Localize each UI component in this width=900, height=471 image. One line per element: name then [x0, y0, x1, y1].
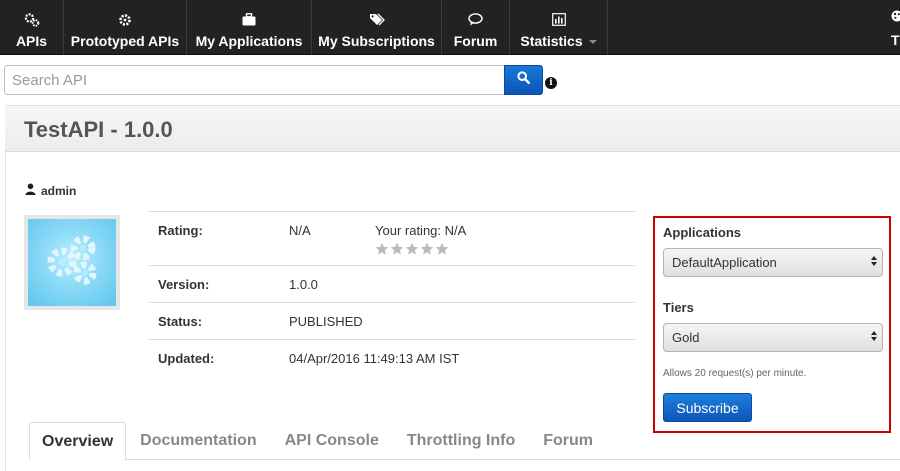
api-owner: admin — [25, 183, 76, 198]
subscribe-button[interactable]: Subscribe — [663, 393, 752, 422]
status-label: Status: — [158, 314, 203, 329]
search-bar: i — [4, 65, 557, 95]
version-value: 1.0.0 — [289, 277, 318, 292]
updated-value: 04/Apr/2016 11:49:13 AM IST — [289, 351, 460, 366]
nav-label: Statistics — [520, 32, 583, 49]
page-header: TestAPI - 1.0.0 — [5, 105, 900, 152]
nav-item-statistics[interactable]: Statistics — [510, 0, 608, 55]
gears-icon — [41, 231, 103, 294]
application-select[interactable]: DefaultApplication — [663, 248, 883, 277]
nav-item-prototyped-apis[interactable]: Prototyped APIs — [64, 0, 187, 55]
your-rating-label: Your rating: — [375, 223, 442, 238]
version-label: Version: — [158, 277, 210, 292]
applications-label: Applications — [663, 225, 742, 240]
tab-throttling-info[interactable]: Throttling Info — [393, 422, 529, 460]
nav-item-forum[interactable]: Forum — [442, 0, 510, 55]
chat-bubble-icon — [468, 11, 483, 29]
your-rating-value: N/A — [444, 223, 467, 238]
user-icon — [25, 183, 36, 198]
rating-value: N/A — [289, 223, 311, 238]
api-thumbnail — [24, 215, 120, 310]
owner-name: admin — [41, 183, 77, 198]
tier-selected-value: Gold — [672, 330, 700, 345]
nav-item-my-subscriptions[interactable]: My Subscriptions — [312, 0, 442, 55]
search-input[interactable] — [4, 65, 504, 95]
star-icon[interactable] — [405, 242, 419, 256]
bar-chart-icon — [551, 11, 566, 29]
gear-icon — [118, 11, 132, 29]
tiers-label: Tiers — [663, 300, 694, 315]
nav-label: Forum — [453, 32, 498, 49]
subscribe-panel: Applications DefaultApplication Tiers Go… — [653, 216, 891, 433]
chevron-down-icon — [588, 39, 597, 44]
table-row: Updated: 04/Apr/2016 11:49:13 AM IST — [149, 339, 635, 376]
gears-icon — [24, 11, 40, 29]
nav-label: My Subscriptions — [318, 32, 435, 49]
divider — [5, 152, 6, 471]
star-icon[interactable] — [435, 242, 449, 256]
table-row: Rating: N/A Your rating: N/A — [149, 211, 635, 265]
tier-select[interactable]: Gold — [663, 323, 883, 352]
nav-label: Prototyped APIs — [70, 32, 180, 49]
nav-label: APIs — [15, 32, 48, 49]
status-value: PUBLISHED — [289, 314, 363, 329]
info-icon[interactable]: i — [545, 77, 557, 89]
application-selected-value: DefaultApplication — [672, 255, 777, 270]
star-icon[interactable] — [420, 242, 434, 256]
tab-overview[interactable]: Overview — [29, 422, 127, 461]
briefcase-icon — [242, 11, 256, 29]
page-title: TestAPI - 1.0.0 — [24, 117, 173, 142]
select-arrows-icon — [871, 331, 877, 341]
search-button[interactable] — [504, 65, 543, 95]
api-tabs: Overview Documentation API Console Throt… — [29, 422, 900, 461]
updated-label: Updated: — [158, 351, 215, 366]
top-nav: APIs Prototyped APIs My Applications My … — [0, 0, 900, 55]
tier-description: Allows 20 request(s) per minute. — [663, 368, 807, 379]
nav-item-apis[interactable]: APIs — [0, 0, 64, 55]
table-row: Version: 1.0.0 — [149, 265, 635, 302]
table-row: Status: PUBLISHED — [149, 302, 635, 339]
nav-item-themes[interactable]: Themes — [860, 0, 900, 55]
select-arrows-icon — [871, 256, 877, 266]
nav-item-my-applications[interactable]: My Applications — [187, 0, 312, 55]
nav-label: Themes — [891, 32, 900, 48]
nav-label: My Applications — [195, 32, 303, 49]
tags-icon — [369, 11, 385, 29]
tab-forum[interactable]: Forum — [529, 422, 607, 460]
star-icon[interactable] — [375, 242, 389, 256]
theme-icon — [890, 9, 900, 26]
rating-label: Rating: — [158, 223, 203, 238]
star-rating[interactable] — [375, 242, 449, 256]
star-icon[interactable] — [390, 242, 404, 256]
tab-documentation[interactable]: Documentation — [126, 422, 270, 460]
api-info-table: Rating: N/A Your rating: N/A Version: 1.… — [149, 211, 635, 376]
search-icon — [517, 71, 531, 89]
tab-api-console[interactable]: API Console — [271, 422, 393, 460]
